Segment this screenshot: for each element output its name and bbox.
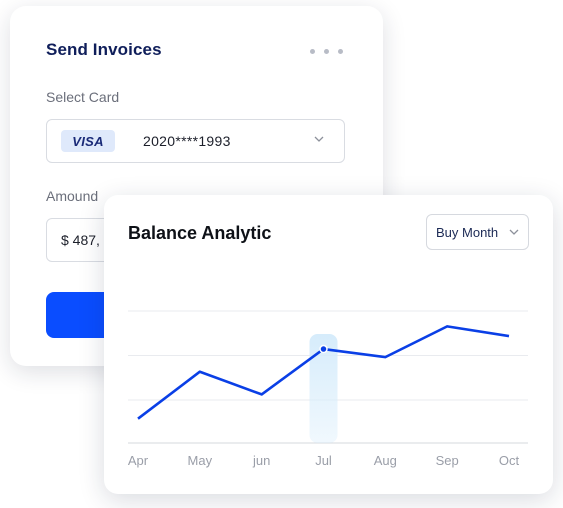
x-tick-label: Sep [435, 453, 459, 468]
card-number: 2020****1993 [143, 133, 231, 149]
x-tick-label: May [187, 453, 213, 468]
balance-line-chart [128, 310, 528, 444]
x-tick-label: jun [252, 453, 271, 468]
amount-label: Amound [46, 188, 99, 204]
send-invoices-title: Send Invoices [46, 40, 162, 59]
x-tick-label: Aug [373, 453, 397, 468]
select-card-label: Select Card [46, 89, 120, 105]
visa-logo: VISA [61, 130, 115, 152]
chevron-down-icon [314, 136, 324, 142]
x-tick-label: Oct [498, 453, 520, 468]
amount-value: $ 487, [61, 232, 100, 248]
x-tick-label: Apr [127, 453, 149, 468]
x-tick-label: Jul [315, 453, 332, 468]
data-point-jul[interactable] [319, 344, 328, 354]
more-horizontal-icon[interactable] [310, 49, 343, 54]
balance-analytic-card: Balance Analytic Buy Month Apr May jun Jul A… [104, 195, 553, 494]
card-select-dropdown[interactable]: VISA 2020****1993 [46, 119, 345, 163]
